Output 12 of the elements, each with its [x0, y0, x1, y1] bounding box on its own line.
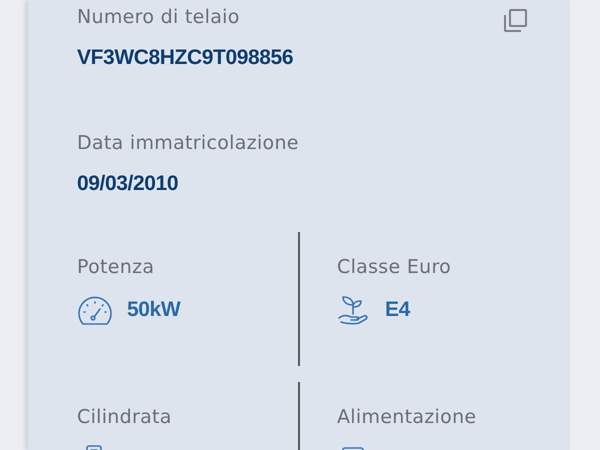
field-label: Numero di telaio [77, 5, 240, 30]
field-label: Data immatricolazione [77, 131, 299, 156]
spec-label: Classe Euro [337, 255, 452, 280]
spec-label: Alimentazione [337, 405, 476, 430]
spec-value: 50kW [127, 297, 180, 324]
spec-label: Potenza [77, 255, 154, 280]
gauge-icon [77, 294, 113, 326]
copy-button[interactable] [502, 8, 528, 34]
spec-label: Cilindrata [77, 405, 172, 430]
spec-value: E4 [385, 297, 410, 324]
field-value: 09/03/2010 [77, 171, 180, 197]
field-value: VF3WC8HZC9T098856 [77, 45, 294, 71]
